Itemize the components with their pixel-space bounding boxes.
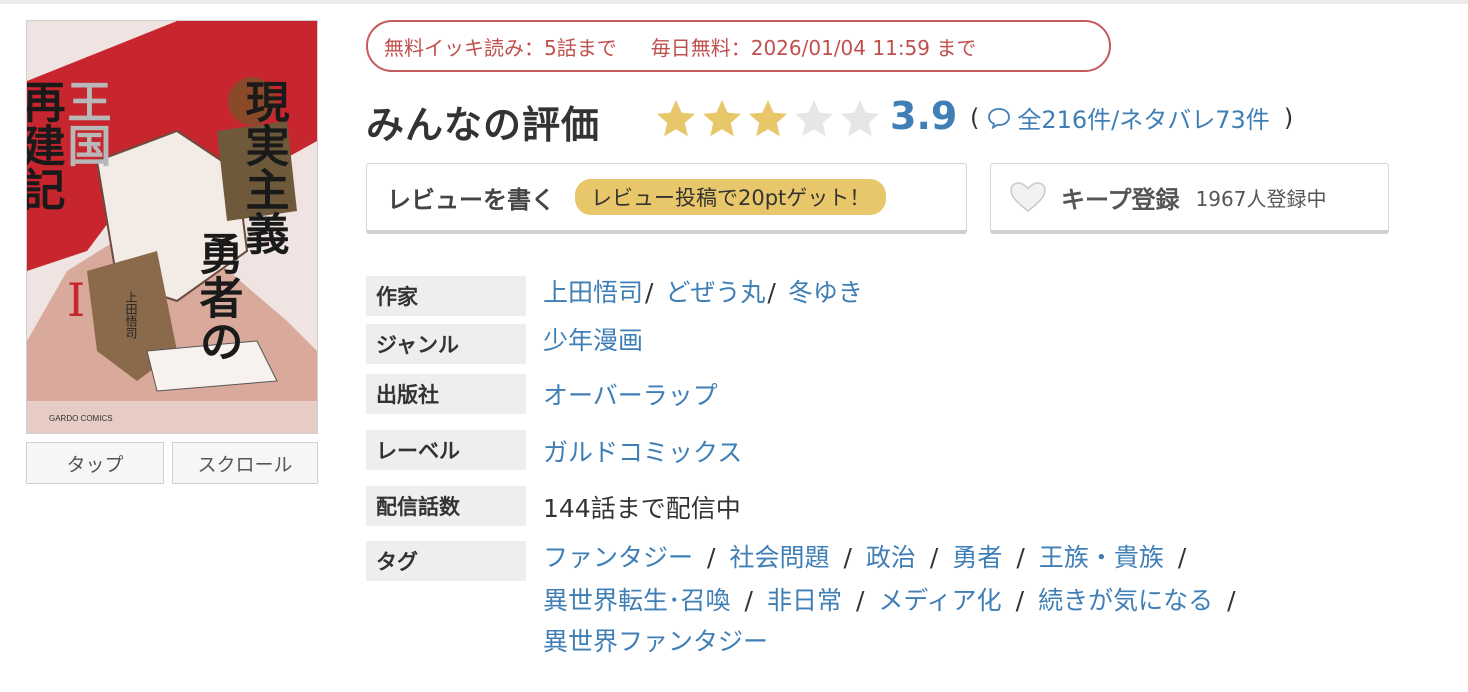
keep-count: 1967人登録中 xyxy=(1195,186,1327,211)
star-icon xyxy=(749,100,787,137)
tag-link[interactable]: 王族・貴族 xyxy=(1039,543,1164,572)
cover-title-2: 勇者の xyxy=(192,231,244,363)
author-link[interactable]: 上田悟司 xyxy=(543,278,643,307)
publisher-link[interactable]: オーバーラップ xyxy=(543,376,718,412)
tap-button[interactable]: タップ xyxy=(26,442,164,484)
tag-row-2: 異世界転生･召喚 / 非日常 / メディア化 / 続きが気になる / xyxy=(543,586,1236,615)
top-divider xyxy=(0,0,1468,4)
cover-image[interactable]: I GARDO COMICS 現実主義 勇者の 王国 再建記 上田悟司 xyxy=(26,20,318,434)
episodes-value: 144話まで配信中 xyxy=(543,494,741,523)
rating-stars xyxy=(654,97,882,141)
author-link[interactable]: どぜう丸 xyxy=(665,278,765,307)
author-label: 作家 xyxy=(366,276,526,316)
svg-text:GARDO COMICS: GARDO COMICS xyxy=(49,414,113,423)
scroll-button[interactable]: スクロール xyxy=(172,442,318,484)
tag-link[interactable]: 政治 xyxy=(866,543,916,572)
daily-free-text: 毎日無料：2026/01/04 11:59 まで xyxy=(650,35,977,60)
star-icon xyxy=(795,100,833,137)
rating-title: みんなの評価 xyxy=(366,103,601,147)
keep-button[interactable]: キープ登録 1967人登録中 xyxy=(990,163,1389,234)
tag-link[interactable]: 社会問題 xyxy=(729,543,829,572)
tag-link[interactable]: メディア化 xyxy=(878,586,1001,615)
star-icon xyxy=(841,100,879,137)
svg-text:上田悟司: 上田悟司 xyxy=(124,291,138,339)
free-ikki-text: 無料イッキ読み：5話まで xyxy=(384,35,617,60)
write-review-button[interactable]: レビューを書く レビュー投稿で20ptゲット！ xyxy=(366,163,967,234)
star-icon xyxy=(657,100,695,137)
label-label: レーベル xyxy=(366,430,526,470)
tag-link[interactable]: 続きが気になる xyxy=(1038,586,1213,615)
tag-link[interactable]: 勇者 xyxy=(952,543,1002,572)
speech-bubble-icon xyxy=(988,107,1011,129)
cover-title-1: 現実主義 xyxy=(238,79,290,255)
free-reading-badge: 無料イッキ読み：5話まで 毎日無料：2026/01/04 11:59 まで xyxy=(366,20,1111,72)
episodes-label: 配信話数 xyxy=(366,486,526,526)
cover-volume: I xyxy=(67,273,85,327)
review-count-text: 全216件/ネタバレ73件 xyxy=(1017,106,1270,134)
tags-label: タグ xyxy=(366,541,526,581)
genre-label: ジャンル xyxy=(366,324,526,364)
cover-title-4: 再建記 xyxy=(27,79,66,211)
author-list: 上田悟司/ どぜう丸/ 冬ゆき xyxy=(543,278,863,307)
tag-link[interactable]: 異世界転生･召喚 xyxy=(543,586,731,615)
tag-link[interactable]: 非日常 xyxy=(767,586,842,615)
genre-link[interactable]: 少年漫画 xyxy=(543,321,643,357)
cover-title-3: 王国 xyxy=(60,79,111,167)
author-link[interactable]: 冬ゆき xyxy=(788,278,863,307)
write-review-label: レビューを書く xyxy=(387,185,555,214)
tag-link[interactable]: 異世界ファンタジー xyxy=(543,627,768,656)
review-count-link[interactable]: ( 全216件/ネタバレ73件 ) xyxy=(970,100,1293,135)
keep-label: キープ登録 xyxy=(1061,185,1180,214)
rating-score: 3.9 xyxy=(890,94,958,138)
publisher-label: 出版社 xyxy=(366,374,526,414)
tag-row-3: 異世界ファンタジー xyxy=(543,622,768,658)
tag-row-1: ファンタジー / 社会問題 / 政治 / 勇者 / 王族・貴族 / xyxy=(543,543,1187,572)
heart-icon xyxy=(1010,182,1046,212)
review-bonus-pill: レビュー投稿で20ptゲット！ xyxy=(575,179,887,215)
tag-link[interactable]: ファンタジー xyxy=(543,543,693,572)
star-icon xyxy=(703,100,741,137)
label-link[interactable]: ガルドコミックス xyxy=(543,433,742,469)
